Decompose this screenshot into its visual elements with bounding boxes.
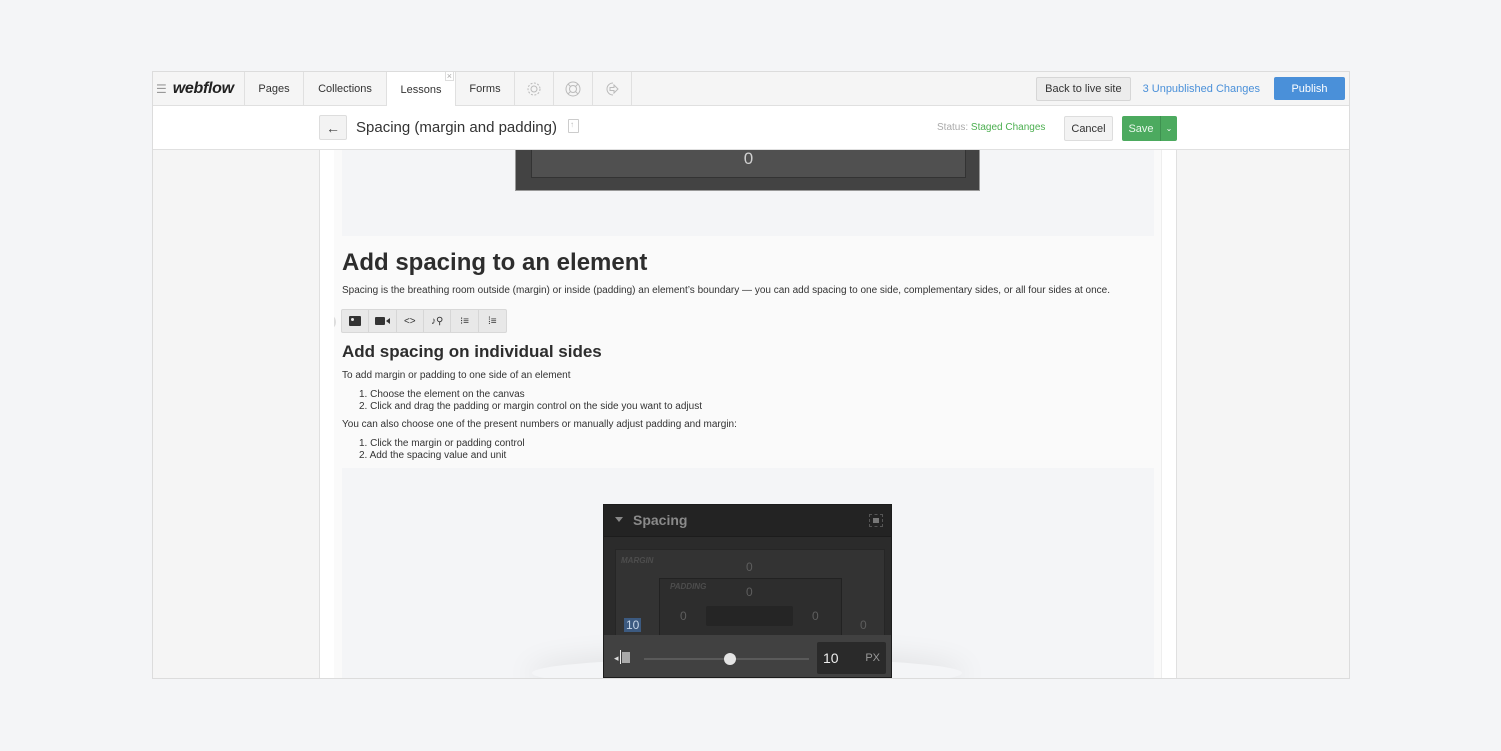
logout-button[interactable] [593,72,632,105]
padding-right-value: 0 [812,609,819,623]
lifebuoy-icon [565,81,581,96]
steps-list-1: 1. Choose the element on the canvas 2. C… [359,389,702,412]
value-number: 10 [823,650,839,666]
webflow-editor-window: ☰ webflow Pages Collections Lessons × Fo… [152,71,1350,679]
box-model-icon [869,514,883,527]
margin-left-icon: ◂ [614,650,634,664]
list-item: 1. Click the margin or padding control [359,438,525,449]
padding-top-value: 0 [746,585,753,599]
spacing-screenshot-fragment: 0 [515,150,980,191]
tab-label: Pages [258,82,290,95]
insert-media-button[interactable]: ♪⚲ [424,310,452,332]
editor-header: ← Spacing (margin and padding) Status: S… [153,106,1349,150]
insert-media-toolbar: <> ♪⚲ ⁝≡ ⁞≡ [341,309,507,333]
webflow-logo: webflow [172,79,234,97]
bulleted-list-button[interactable]: ⁝≡ [451,310,479,332]
page-publish-icon[interactable] [568,119,579,133]
image-figure-spacing-panel[interactable]: Spacing MARGIN 0 10 0 PADDING 0 0 0 ◂ 10… [342,468,1154,678]
spacing-panel-title: Spacing [633,512,688,528]
logout-icon [606,82,619,95]
arrow-left-icon: ← [326,119,340,136]
back-button[interactable]: ← [319,115,347,140]
tab-label: Lessons [400,83,442,96]
editor-canvas: 0 Add spacing to an element Spacing is t… [319,150,1177,678]
tab-forms[interactable]: Forms [456,72,515,105]
publish-button[interactable]: Publish [1274,77,1345,100]
numbered-list-button[interactable]: ⁞≡ [479,310,506,332]
fragment-value: 0 [743,150,754,168]
value-slider-track [644,653,809,665]
steps-list-2: 1. Click the margin or padding control 2… [359,438,525,461]
video-icon [375,317,391,325]
value-input: 10 PX [817,642,886,674]
padding-label: PADDING [670,582,707,591]
numbered-list-icon: ⁞≡ [487,315,497,327]
tab-label: Collections [318,82,372,95]
close-tab-icon[interactable]: × [444,72,454,81]
list-item: 2. Add the spacing value and unit [359,449,507,461]
music-location-icon: ♪⚲ [430,315,444,327]
heading-add-spacing: Add spacing to an element [342,249,648,276]
top-nav: ☰ webflow Pages Collections Lessons × Fo… [153,72,1349,107]
gear-icon [527,82,541,95]
brand: ☰ webflow [153,72,245,105]
insert-video-button[interactable] [369,310,397,332]
bulleted-list-icon: ⁝≡ [459,315,469,327]
cancel-button[interactable]: Cancel [1064,116,1113,141]
code-icon: <> [403,315,416,327]
intro-paragraph: Spacing is the breathing room outside (m… [342,285,1111,296]
rich-text-document[interactable]: 0 Add spacing to an element Spacing is t… [334,150,1162,678]
margin-right-value: 0 [860,618,867,632]
insert-code-button[interactable]: <> [397,310,424,332]
paragraph-one-side: To add margin or padding to one side of … [342,370,571,381]
tab-collections[interactable]: Collections [304,72,387,105]
close-insert-toolbar-icon[interactable]: × [334,314,336,330]
image-icon [349,316,362,326]
help-button[interactable] [554,72,593,105]
tab-lessons[interactable]: Lessons × [387,72,456,107]
unpublished-changes-link[interactable]: 3 Unpublished Changes [1143,83,1260,95]
tab-pages[interactable]: Pages [245,72,304,105]
save-button[interactable]: Save [1122,116,1160,141]
hamburger-menu-icon[interactable]: ☰ [156,82,167,96]
value-slider-thumb [723,653,736,665]
content-box [706,606,793,626]
status-text: Status: Staged Changes [937,122,1045,133]
spacing-panel-screenshot: Spacing MARGIN 0 10 0 PADDING 0 0 0 ◂ 10… [603,504,892,678]
tab-label: Forms [469,82,501,95]
insert-image-button[interactable] [342,310,370,332]
padding-left-value: 0 [680,609,687,623]
heading-individual-sides: Add spacing on individual sides [342,342,602,361]
margin-left-value: 10 [624,618,642,632]
item-title: Spacing (margin and padding) [356,119,557,136]
back-to-live-site-button[interactable]: Back to live site [1036,76,1131,101]
status-value: Staged Changes [970,122,1046,133]
image-figure-top[interactable]: 0 [342,150,1154,236]
status-label: Status: [937,122,969,133]
list-item: 2. Click and drag the padding or margin … [359,400,702,412]
save-options-chevron-down-icon[interactable]: ⌄ [1160,116,1177,141]
spacing-panel-header: Spacing [604,505,891,537]
value-slider-bar: ◂ 10 PX [604,635,891,677]
settings-button[interactable] [515,72,554,105]
list-item: 1. Choose the element on the canvas [359,389,525,400]
margin-label: MARGIN [621,556,654,565]
paragraph-manual: You can also choose one of the present n… [342,419,737,430]
caret-down-icon [615,517,623,522]
unit-label: PX [865,652,880,664]
margin-top-value: 0 [746,560,753,574]
